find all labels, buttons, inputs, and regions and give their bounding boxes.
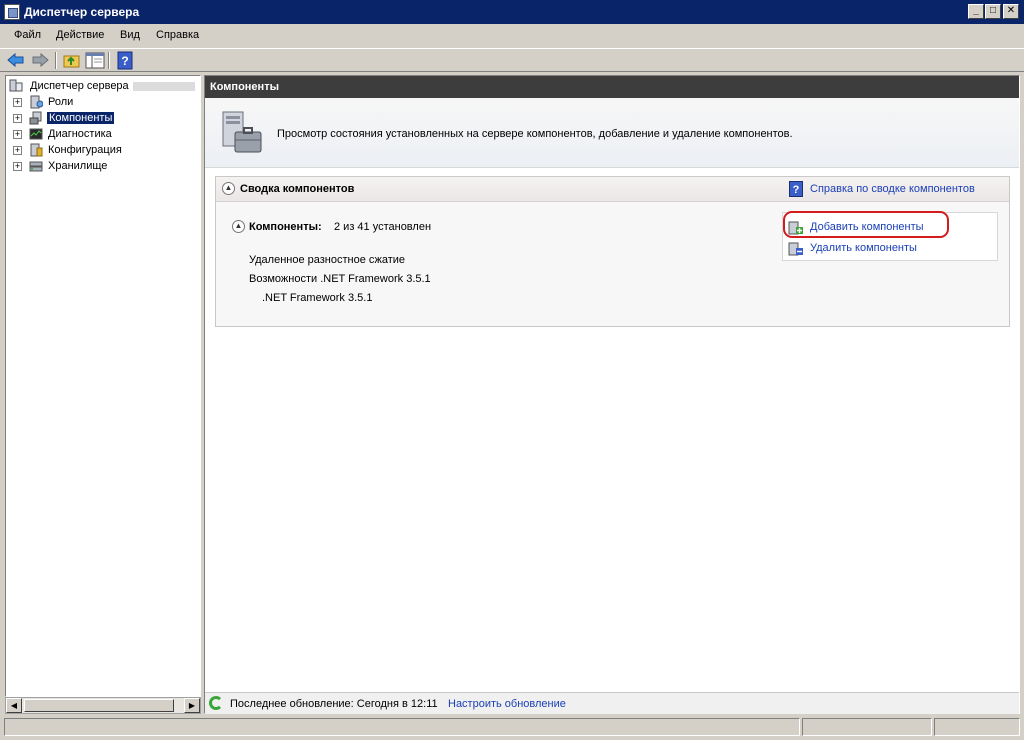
forward-arrow-icon[interactable] <box>30 51 50 70</box>
tree-item-label: Компоненты <box>47 112 115 124</box>
tree-item-features[interactable]: + Компоненты <box>6 110 196 126</box>
menu-bar: Файл Действие Вид Справка <box>0 26 1024 46</box>
tree-item-configuration[interactable]: + Конфигурация <box>6 142 196 158</box>
back-arrow-icon[interactable] <box>6 51 26 70</box>
show-hide-console-tree-icon[interactable] <box>85 51 105 70</box>
installed-component-item: Возможности .NET Framework 3.5.1 <box>249 273 431 285</box>
scroll-left-arrow-icon[interactable]: ◀ <box>6 698 22 713</box>
up-folder-icon[interactable] <box>62 51 82 70</box>
scrollbar-thumb[interactable] <box>24 699 174 712</box>
status-bar <box>0 716 1024 738</box>
tree-item-roles[interactable]: + Роли <box>6 94 196 110</box>
minimize-button[interactable]: _ <box>968 4 984 19</box>
tree-item-label: Диагностика <box>48 128 112 140</box>
features-server-icon <box>222 111 262 153</box>
server-manager-icon <box>9 79 23 92</box>
components-label: Компоненты: <box>249 221 322 233</box>
svg-text:?: ? <box>121 54 128 68</box>
help-icon[interactable]: ? <box>789 181 803 197</box>
summary-title: Сводка компонентов <box>240 183 355 195</box>
remove-features-action[interactable]: Удалить компоненты <box>783 238 999 258</box>
components-count: 2 из 41 установлен <box>334 221 432 233</box>
content-pane: Компоненты Просмотр состояния установлен… <box>204 75 1020 714</box>
expand-icon[interactable]: + <box>13 130 22 139</box>
roles-icon <box>30 95 43 109</box>
toolbar: ? <box>0 48 1024 72</box>
expand-icon[interactable]: + <box>13 162 22 171</box>
window-title: Диспетчер сервера <box>24 5 140 19</box>
summary-header: ▲ Сводка компонентов ? Справка по сводке… <box>216 177 1009 202</box>
content-description: Просмотр состояния установленных на серв… <box>277 128 793 140</box>
remove-features-link[interactable]: Удалить компоненты <box>810 242 917 254</box>
storage-icon <box>29 161 43 172</box>
remove-features-icon <box>788 242 803 256</box>
highlight-annotation <box>783 211 949 238</box>
refresh-icon[interactable] <box>209 696 223 710</box>
collapse-summary-button[interactable]: ▲ <box>222 182 235 195</box>
tree-root-label: Диспетчер сервера <box>30 80 195 92</box>
expand-icon[interactable]: + <box>13 114 22 123</box>
tree-item-label: Роли <box>48 96 74 108</box>
menu-action[interactable]: Действие <box>56 29 104 41</box>
collapse-components-button[interactable]: ▲ <box>232 220 245 233</box>
menu-help[interactable]: Справка <box>156 29 199 41</box>
title-bar[interactable]: Диспетчер сервера _ □ ✕ <box>0 0 1024 24</box>
tree-item-label: Конфигурация <box>48 144 122 156</box>
toolbar-separator <box>55 52 57 69</box>
configure-refresh-link[interactable]: Настроить обновление <box>448 698 566 710</box>
last-update-text: Последнее обновление: Сегодня в 12:11 <box>230 698 438 710</box>
help-icon[interactable]: ? <box>115 51 135 70</box>
status-panel-3 <box>934 718 1020 736</box>
menu-file[interactable]: Файл <box>14 29 41 41</box>
installed-component-item: .NET Framework 3.5.1 <box>262 292 373 304</box>
tree-root-server-manager[interactable]: Диспетчер сервера <box>6 78 196 94</box>
content-header-title: Компоненты <box>210 81 279 93</box>
toolbar-separator <box>108 52 110 69</box>
configuration-icon <box>30 143 43 157</box>
expand-icon[interactable]: + <box>13 98 22 107</box>
close-button[interactable]: ✕ <box>1003 4 1019 19</box>
tree-item-storage[interactable]: + Хранилище <box>6 158 196 174</box>
maximize-button[interactable]: □ <box>985 4 1001 19</box>
server-manager-app-icon[interactable] <box>4 4 20 20</box>
scroll-right-arrow-icon[interactable]: ▶ <box>184 698 200 713</box>
console-tree[interactable]: Диспетчер сервера + Роли + Компоненты + … <box>5 75 201 697</box>
expand-icon[interactable]: + <box>13 146 22 155</box>
installed-component-item: Удаленное разностное сжатие <box>249 254 406 266</box>
summary-help-link[interactable]: Справка по сводке компонентов <box>810 183 975 195</box>
diagnostics-icon <box>29 128 43 140</box>
tree-item-diagnostics[interactable]: + Диагностика <box>6 126 196 142</box>
content-footer: Последнее обновление: Сегодня в 12:11 На… <box>205 692 1019 714</box>
features-icon <box>29 111 42 125</box>
tree-horizontal-scrollbar[interactable]: ◀ ▶ <box>5 697 201 714</box>
tree-item-label: Хранилище <box>48 160 108 172</box>
content-header: Компоненты <box>205 76 1019 98</box>
status-panel-main <box>4 718 800 736</box>
status-panel-2 <box>802 718 932 736</box>
menu-view[interactable]: Вид <box>120 29 140 41</box>
content-description-area: Просмотр состояния установленных на серв… <box>205 98 1019 168</box>
features-summary-section: ▲ Сводка компонентов ? Справка по сводке… <box>215 176 1010 327</box>
